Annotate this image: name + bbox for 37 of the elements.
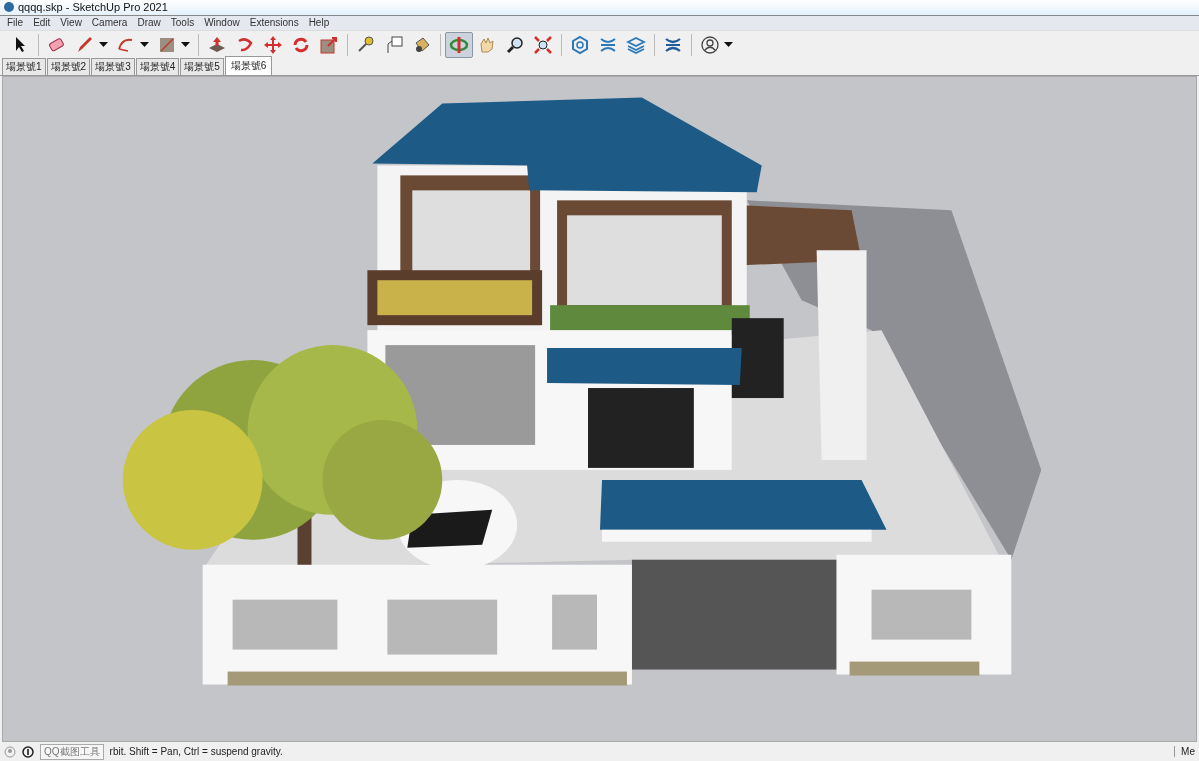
model-viewport[interactable]	[2, 76, 1197, 743]
tooltip: QQ截图工具	[40, 743, 104, 760]
menu-item[interactable]: Tools	[165, 17, 200, 29]
orbit-tool[interactable]	[445, 31, 473, 58]
zoom-extents-icon	[533, 34, 553, 55]
menu-item[interactable]: View	[55, 17, 87, 29]
scene-tab[interactable]: 場景號2	[46, 58, 91, 76]
zoom-icon	[505, 34, 525, 55]
text-label-icon	[384, 34, 404, 55]
measurements-label: Me	[1174, 746, 1195, 758]
window-title: qqqq.skp - SketchUp Pro 2021	[18, 1, 168, 14]
menu-item[interactable]: Draw	[132, 17, 166, 29]
caret-icon[interactable]	[181, 42, 190, 48]
pencil-icon	[75, 34, 95, 55]
scene-tab[interactable]: 場景號6	[224, 56, 273, 76]
orbit-icon	[449, 34, 469, 55]
app-icon	[4, 2, 14, 13]
layers-icon	[626, 34, 646, 55]
caret-icon[interactable]	[99, 42, 108, 48]
menu-item[interactable]: Help	[303, 17, 335, 29]
scene-tab[interactable]: 場景號3	[91, 58, 135, 76]
info-icon[interactable]	[22, 745, 34, 758]
scene-tab[interactable]: 場景號1	[2, 58, 46, 76]
menu-item[interactable]: File	[2, 17, 29, 29]
caret-icon[interactable]	[140, 42, 149, 48]
scene-tab[interactable]: 場景號4	[135, 58, 180, 76]
warehouse-icon	[570, 34, 590, 55]
move-icon	[263, 34, 283, 55]
scene-tab[interactable]: 場景號5	[180, 58, 224, 76]
menu-item[interactable]: Extensions	[244, 17, 304, 29]
status-text: rbit. Shift = Pan, Ctrl = suspend gravity.	[109, 746, 283, 758]
caret-icon[interactable]	[724, 42, 733, 48]
menu-item[interactable]: Window	[199, 17, 245, 29]
scale-icon	[319, 34, 339, 55]
user-account-icon	[700, 34, 720, 55]
menu-item[interactable]: Camera	[86, 17, 133, 29]
menu-item[interactable]: Edit	[28, 17, 56, 29]
